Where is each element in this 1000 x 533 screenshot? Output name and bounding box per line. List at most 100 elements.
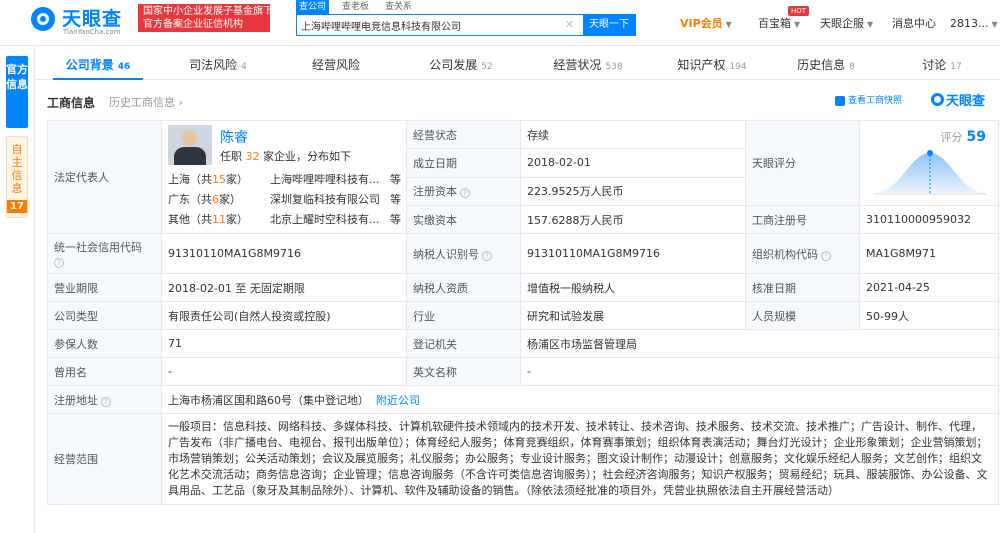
tab-judicial-risk[interactable]: 司法风险 4 <box>173 50 263 80</box>
side-tab-official[interactable]: 官方信息 <box>6 56 28 128</box>
rep-more: 等 <box>390 213 401 226</box>
tab-history[interactable]: 历史信息 8 <box>781 50 871 80</box>
taxpayer-qual-label: 纳税人资质 <box>406 273 521 302</box>
nearby-companies-link[interactable]: 附近公司 <box>376 394 420 407</box>
rep-more: 等 <box>390 193 401 206</box>
search-button[interactable]: 天眼一下 <box>583 15 635 35</box>
approval-value: 2021-04-25 <box>859 273 999 302</box>
gov-badge[interactable]: 国家中小企业发展子基金旗下 官方备案企业征信机构 <box>138 4 270 32</box>
taxpayer-qual-value: 增值税一般纳税人 <box>520 273 746 302</box>
founded-label: 成立日期 <box>406 148 521 178</box>
address-cell: 上海市杨浦区国和路60号（集中登记地） 附近公司 <box>161 385 999 414</box>
rep-company-link[interactable]: 深圳复临科技有限公司 <box>270 191 380 207</box>
paid-capital-label: 实缴资本 <box>406 205 521 234</box>
tab-development[interactable]: 公司发展 52 <box>411 50 511 80</box>
history-link[interactable]: 历史工商信息 › <box>109 94 183 110</box>
credit-code-label-cell: 统一社会信用代码? <box>47 233 162 274</box>
industry-value: 研究和试验发展 <box>520 301 746 330</box>
help-icon[interactable]: ? <box>821 250 831 261</box>
search-tab-company[interactable]: 查公司 <box>296 0 330 14</box>
tab-background[interactable]: 公司背景 46 <box>53 50 143 80</box>
rep-region-row: 广东（共6家） 深圳复临科技有限公司 等 <box>168 193 401 206</box>
status-label: 经营状态 <box>406 119 521 150</box>
tab-count: 4 <box>241 62 247 72</box>
rep-company-link[interactable]: 上海哔哩哔哩科技有... <box>270 171 380 187</box>
industry-label: 行业 <box>406 301 521 330</box>
tab-label: 历史信息 <box>797 58 846 72</box>
section-title: 工商信息 <box>47 96 96 110</box>
tab-ip[interactable]: 知识产权 194 <box>657 50 767 80</box>
rep-region-count: 15 <box>212 173 226 186</box>
former-name-label: 曾用名 <box>47 357 162 386</box>
term-label: 营业期限 <box>47 273 162 302</box>
rep-region: 上海 <box>168 173 190 186</box>
search-tab-relation[interactable]: 查关系 <box>382 0 415 14</box>
score-label: 天眼评分 <box>745 120 860 206</box>
type-value: 有限责任公司(自然人投资或控股) <box>161 301 407 330</box>
user-menu[interactable]: 2813... ▼ <box>950 14 998 35</box>
insured-label: 参保人数 <box>47 329 162 358</box>
reg-no-label: 工商注册号 <box>745 205 860 234</box>
address-label-cell: 注册地址? <box>47 385 162 414</box>
approval-label: 核准日期 <box>745 273 860 302</box>
scope-value: 一般项目：信息科技、网络科技、多媒体科技、计算机软硬件技术领域内的技术开发、技术… <box>161 413 999 505</box>
org-code-value: MA1G8M971 <box>859 233 999 274</box>
credit-code-value: 91310110MA1G8M9716 <box>161 233 407 274</box>
rep-more: 等 <box>390 173 401 186</box>
rep-roles-prefix: 任职 <box>220 150 242 163</box>
logo-domain: TianYanCha.com <box>63 28 121 36</box>
rep-region: 广东 <box>168 193 190 206</box>
clear-icon[interactable]: ✕ <box>565 18 574 31</box>
rep-region: 其他 <box>168 213 190 226</box>
tab-business-status[interactable]: 经营状况 538 <box>533 50 643 80</box>
help-icon[interactable]: ? <box>460 188 470 199</box>
legal-rep-name[interactable]: 陈睿 <box>220 127 248 147</box>
rep-region-count: 11 <box>212 213 226 226</box>
taxpayer-id-value: 91310110MA1G8M9716 <box>520 233 746 274</box>
side-tab-self[interactable]: 自主信息 17 <box>6 136 28 218</box>
legal-rep-label: 法定代表人 <box>47 120 162 234</box>
authority-value: 杨浦区市场监督管理局 <box>520 329 999 358</box>
side-tab-self-count: 17 <box>7 200 27 213</box>
search-input[interactable] <box>301 15 571 35</box>
avatar[interactable] <box>168 125 212 165</box>
enterprise-label: 天眼企服 <box>820 17 864 30</box>
credit-code-label: 统一社会信用代码 <box>54 241 142 254</box>
tab-count: 46 <box>117 62 131 72</box>
former-name-value: - <box>161 357 407 386</box>
legal-rep-roles: 任职 32 家企业，分布如下 <box>220 148 351 164</box>
search-type-tabs: 查公司 查老板 查关系 <box>296 0 425 14</box>
english-name-label: 英文名称 <box>406 357 521 386</box>
score-prefix: 评分 <box>940 131 963 144</box>
help-icon[interactable]: ? <box>482 250 492 261</box>
rep-company-link[interactable]: 北京上耀时空科技有... <box>270 211 380 227</box>
vip-link[interactable]: VIP会员 ▼ <box>680 14 732 35</box>
help-icon[interactable]: ? <box>54 258 64 268</box>
staff-value: 50-99人 <box>859 301 999 330</box>
tab-count: 194 <box>729 62 747 72</box>
tab-discussion[interactable]: 讨论 17 <box>897 50 987 80</box>
site-logo[interactable]: 天眼查 TianYanCha.com <box>30 4 130 40</box>
messages-link[interactable]: 消息中心 <box>892 14 936 34</box>
user-label: 2813... <box>950 17 989 30</box>
tab-label: 经营风险 <box>311 58 360 72</box>
score-cell[interactable]: 评分 59 <box>859 120 999 206</box>
camera-icon <box>835 95 845 106</box>
view-snapshot-button[interactable]: 查看工商快照 <box>835 93 902 106</box>
company-card: 公司背景 46 司法风险 4 经营风险 公司发展 52 经营状况 538 知识产权 194… <box>34 46 1000 533</box>
rep-roles-count: 32 <box>245 150 260 163</box>
tab-operating-risk[interactable]: 经营风险 <box>293 50 383 80</box>
baibaoxiang-label: 百宝箱 <box>758 17 791 30</box>
gov-badge-line1: 国家中小企业发展子基金旗下 <box>143 6 270 17</box>
tab-label: 司法风险 <box>189 58 238 72</box>
vip-label: VIP会员 <box>680 17 723 30</box>
brand-name: 天眼查 <box>946 94 986 109</box>
reg-capital-label: 注册资本 <box>413 185 457 199</box>
help-icon[interactable]: ? <box>101 396 111 407</box>
rep-region-count: 6 <box>212 193 219 206</box>
gov-badge-line2: 官方备案企业征信机构 <box>143 19 243 30</box>
baibaoxiang-menu[interactable]: 百宝箱 ▼ <box>758 14 800 35</box>
enterprise-menu[interactable]: 天眼企服 ▼ <box>820 14 873 35</box>
search-tab-boss[interactable]: 查老板 <box>339 0 372 14</box>
view-snapshot-label: 查看工商快照 <box>848 96 903 106</box>
